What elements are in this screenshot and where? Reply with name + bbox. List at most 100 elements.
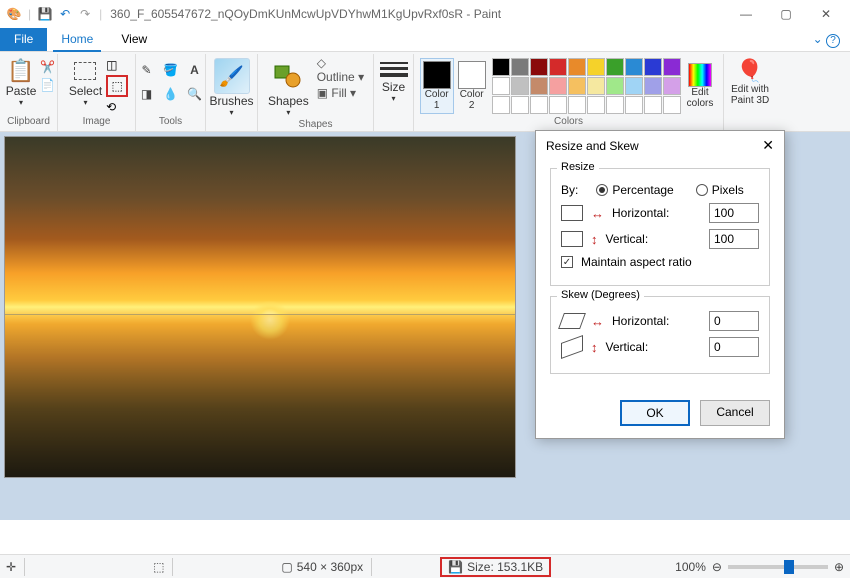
shapes-button[interactable]: Shapes▾: [264, 56, 313, 119]
dialog-close-button[interactable]: ✕: [762, 137, 774, 154]
undo-icon[interactable]: ↶: [57, 6, 73, 22]
maintain-aspect-checkbox[interactable]: ✓Maintain aspect ratio: [561, 255, 759, 269]
palette-swatch[interactable]: [568, 96, 586, 114]
close-button[interactable]: ✕: [806, 0, 846, 28]
zoom-slider[interactable]: [728, 565, 828, 569]
paste-button[interactable]: 📋 Paste▾: [2, 56, 41, 109]
palette-swatch[interactable]: [568, 58, 586, 76]
palette-swatch[interactable]: [549, 77, 567, 95]
window-controls: — ▢ ✕: [726, 0, 846, 28]
palette-swatch[interactable]: [644, 58, 662, 76]
ribbon-shapes: Shapes▾ ◇ Outline ▾ ▣ Fill ▾ Shapes: [258, 54, 374, 131]
palette-swatch[interactable]: [644, 77, 662, 95]
window-title: 360_F_605547672_nQOyDmKUnMcwUpVDYhwM1KgU…: [110, 7, 501, 21]
palette-swatch[interactable]: [663, 58, 681, 76]
statusbar: ✛ ⬚ ▢ 540 × 360px 💾 Size: 153.1KB 100% ⊖…: [0, 554, 850, 578]
palette-swatch[interactable]: [625, 96, 643, 114]
redo-icon[interactable]: ↷: [77, 6, 93, 22]
palette-swatch[interactable]: [511, 96, 529, 114]
save-icon[interactable]: 💾: [37, 6, 53, 22]
color1-button[interactable]: Color 1: [420, 58, 454, 114]
palette-swatch[interactable]: [663, 96, 681, 114]
menubar: File Home View ⌄ ?: [0, 28, 850, 52]
zoom-icon[interactable]: 🔍: [185, 84, 205, 104]
palette-swatch[interactable]: [511, 58, 529, 76]
rotate-icon[interactable]: ⟲: [106, 100, 128, 114]
size-button[interactable]: Size▾: [376, 56, 412, 105]
picker-icon[interactable]: 💧: [161, 84, 181, 104]
resize-vertical-input[interactable]: [709, 229, 759, 249]
edit-colors-button[interactable]: Edit colors: [683, 61, 718, 111]
maximize-button[interactable]: ▢: [766, 0, 806, 28]
cut-icon[interactable]: ✂️: [40, 60, 55, 74]
palette-swatch[interactable]: [530, 58, 548, 76]
zoom-out-button[interactable]: ⊖: [712, 560, 722, 574]
cancel-button[interactable]: Cancel: [700, 400, 770, 426]
copy-icon[interactable]: 📄: [40, 78, 55, 92]
palette-swatch[interactable]: [492, 58, 510, 76]
clipboard-icon: 📋: [7, 58, 34, 84]
ribbon-clipboard: 📋 Paste▾ ✂️ 📄 Clipboard: [0, 54, 58, 131]
selection-size: ⬚: [153, 560, 164, 574]
zoom-in-button[interactable]: ⊕: [834, 560, 844, 574]
tab-view[interactable]: View: [107, 28, 161, 51]
skew-vertical-input[interactable]: [709, 337, 759, 357]
app-icon: 🎨: [6, 6, 22, 22]
minimize-button[interactable]: —: [726, 0, 766, 28]
skew-fieldset: Skew (Degrees) ↔ Horizontal: ↕ Vertical:: [550, 296, 770, 374]
palette-swatch[interactable]: [663, 77, 681, 95]
resize-button-highlight[interactable]: ⬚: [106, 75, 128, 97]
dialog-titlebar: Resize and Skew ✕: [536, 131, 784, 160]
paint3d-icon: 🎈: [736, 58, 763, 84]
text-icon[interactable]: A: [185, 60, 205, 80]
color1-swatch: [423, 61, 451, 89]
skew-horizontal-input[interactable]: [709, 311, 759, 331]
file-size-highlight: 💾 Size: 153.1KB: [440, 557, 551, 577]
skew-v-icon: [561, 335, 583, 359]
palette-swatch[interactable]: [625, 77, 643, 95]
palette-swatch[interactable]: [492, 96, 510, 114]
color2-button[interactable]: Color 2: [454, 59, 490, 113]
skew-h-icon: [558, 313, 586, 329]
palette-swatch[interactable]: [606, 96, 624, 114]
color2-swatch: [458, 61, 486, 89]
canvas-image[interactable]: [5, 137, 515, 477]
ok-button[interactable]: OK: [620, 400, 690, 426]
radio-pixels[interactable]: Pixels: [696, 183, 744, 197]
palette-swatch[interactable]: [492, 77, 510, 95]
outline-button[interactable]: ◇ Outline ▾: [317, 56, 367, 84]
palette-swatch[interactable]: [530, 96, 548, 114]
shapes-icon: [270, 58, 306, 94]
ribbon-tools: ✎ 🪣 A ◨ 💧 🔍 Tools: [136, 54, 206, 131]
ribbon-size: Size▾: [374, 54, 414, 131]
brushes-button[interactable]: 🖌️ Brushes▾: [205, 56, 257, 119]
palette-swatch[interactable]: [568, 77, 586, 95]
palette-swatch[interactable]: [530, 77, 548, 95]
help-button[interactable]: ⌄ ?: [803, 28, 850, 51]
fill-icon[interactable]: 🪣: [161, 60, 181, 80]
select-icon: [74, 62, 96, 80]
file-menu[interactable]: File: [0, 28, 47, 51]
palette-swatch[interactable]: [587, 77, 605, 95]
select-button[interactable]: Select▾: [65, 56, 106, 109]
palette-swatch[interactable]: [511, 77, 529, 95]
size-icon: [380, 58, 408, 80]
pencil-icon[interactable]: ✎: [137, 60, 157, 80]
crop-icon[interactable]: ◫: [106, 58, 128, 72]
tab-home[interactable]: Home: [47, 28, 107, 51]
palette-swatch[interactable]: [644, 96, 662, 114]
resize-horizontal-input[interactable]: [709, 203, 759, 223]
fill-button[interactable]: ▣ Fill ▾: [317, 86, 367, 100]
palette-swatch[interactable]: [549, 58, 567, 76]
resize-v-icon: [561, 231, 583, 247]
palette-swatch[interactable]: [606, 77, 624, 95]
titlebar: 🎨 | 💾 ↶ ↷ | 360_F_605547672_nQOyDmKUnMcw…: [0, 0, 850, 28]
palette-swatch[interactable]: [587, 96, 605, 114]
palette-swatch[interactable]: [549, 96, 567, 114]
paint3d-button[interactable]: 🎈 Edit with Paint 3D: [727, 56, 773, 108]
radio-percentage[interactable]: Percentage: [596, 183, 673, 197]
eraser-icon[interactable]: ◨: [137, 84, 157, 104]
palette-swatch[interactable]: [606, 58, 624, 76]
palette-swatch[interactable]: [625, 58, 643, 76]
palette-swatch[interactable]: [587, 58, 605, 76]
